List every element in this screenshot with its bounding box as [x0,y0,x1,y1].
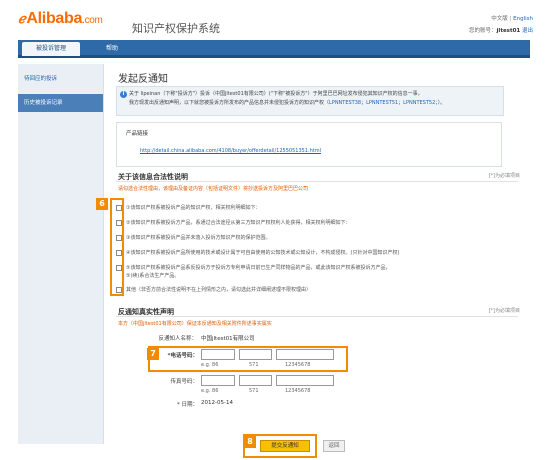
date-label: * 日期： [177,402,198,408]
legality-option-text-continued: ⑤(续)系合法生产产品。 [126,273,180,279]
fax-area-hint: 571 [249,388,259,394]
submit-counter-notice-button[interactable]: 提交反通知 [260,440,310,452]
tab-complaint-management[interactable]: 被投诉管理 [22,42,80,56]
account-prefix: 您的账号： [469,28,497,34]
back-button[interactable]: 返回 [323,440,345,452]
phone-number-input[interactable] [276,349,334,360]
callout-8-badge: 8 [244,436,256,448]
declaration-divider [116,316,518,317]
tab-help[interactable]: 帮助 [100,42,124,56]
phone-area-hint: 571 [249,362,259,368]
notice-line2-end: ）。 [437,99,446,106]
legality-red-note: 请勾选合法性理由，该理由及备证内容（包括证明文件）将抄送投诉方及阿里巴巴公司 [118,186,309,192]
notifier-name-label: 反通知人名称： [158,336,197,342]
main-content: 发起反通知 i 关于 lipeinan（下称"投诉方"）投诉（中国jltest0… [96,64,530,458]
system-title: 知识产权保护系统 [132,22,220,35]
fax-number-input[interactable] [276,375,334,386]
product-url-link[interactable]: http://detail.china.alibaba.com/4108/buy… [140,148,321,154]
language-switch: 中文版 | English [491,14,533,22]
product-link-label: 产品链接 [126,131,149,137]
legality-option-text: ④该知识产权系被投诉产品所使用的技术或设计属于可自由使用的公知技术或公知设计，不… [126,250,400,256]
logo-suffix: .com [82,15,103,26]
notice-line1: 关于 lipeinan（下称"投诉方"）投诉（中国jltest01有限公司）("… [129,91,423,97]
fax-country-hint: e.g. 86 [201,388,219,394]
notice-line2: 我方现发出反通知声明，以下就您被投诉方所发布的产品信息并未侵犯投诉方的知识产权（… [129,99,499,108]
phone-label: *电话号码： [167,353,198,359]
legality-option-text: ③该知识产权系被投诉产品并未落入投诉方知识产权的保护范围。 [126,235,271,241]
info-icon: i [120,91,127,98]
phone-area-code-input[interactable] [239,349,272,360]
fax-country-code-input[interactable] [201,375,235,386]
phone-country-code-input[interactable] [201,349,235,360]
alibaba-swoosh-icon: ℯ [18,11,26,26]
lang-separator: | [509,16,512,22]
legality-option-text: ②该知识产权系被投诉方产品，系通过合法途径从第三方知识产权权利人处获得，相关权利… [126,220,351,226]
page-title: 发起反通知 [118,74,168,85]
declaration-required-note: [*]为必填项目 [488,308,520,314]
legality-option-text: 其他（非否方前合法性说明不在上列情形之内，请勾选此并详细阐述理不限权理由） [126,287,312,293]
sidebar: 待回应的投诉 历史被投诉记录 [18,64,104,444]
sidebar-item-complaint-history[interactable]: 历史被投诉记录 [18,94,103,112]
date-value: 2012-05-14 [201,400,233,406]
callout-6-badge: 6 [96,198,108,210]
fax-label: 传真号码： [170,379,198,385]
lang-zh[interactable]: 中文版 [491,16,508,22]
account-info: 您的账号：jltest01 退出 [469,26,533,34]
notice-product-links[interactable]: LPNNTEST38；LPNNTEST51；LPNNTEST52； [329,100,438,106]
phone-country-hint: e.g. 86 [201,362,219,368]
callout-7-badge: 7 [147,348,159,360]
logo-text: Alibaba [26,10,83,27]
legality-divider [116,181,518,182]
legality-option-text: ⑤该知识产权系被投诉产品系反投诉方于投诉方专利申请日前已生产同样物品的产品，或此… [126,265,391,271]
product-link-box: 产品链接 http://detail.china.alibaba.com/410… [116,122,502,167]
fax-area-code-input[interactable] [239,375,272,386]
alibaba-logo[interactable]: ℯAlibaba.com [18,10,103,28]
legality-required-note: [*]为必填项目 [488,173,520,179]
account-name: jltest01 [496,28,521,34]
notifier-name-value: 中国jltest01有限公司 [201,336,255,342]
lang-en[interactable]: English [513,16,533,22]
notice-line2-text: 我方现发出反通知声明，以下就您被投诉方所发布的产品信息并未侵犯投诉方的知识产权（ [129,99,330,106]
legality-option-text: ①该知识产权系被投诉产品的知识产权，相关权利明细如下： [126,205,261,211]
fax-number-hint: 12345678 [285,388,311,394]
main-nav: 被投诉管理 帮助 [18,40,530,58]
phone-number-hint: 12345678 [285,362,311,368]
declaration-red-note: 本方（中国jltest01有限公司）保证本反通知及相关附件所述事实属实 [118,321,272,327]
logout-link[interactable]: 退出 [522,28,533,34]
callout-6-highlight [110,198,124,296]
notice-box: i 关于 lipeinan（下称"投诉方"）投诉（中国jltest01有限公司）… [116,86,504,116]
sidebar-item-pending-complaints[interactable]: 待回应的投诉 [18,70,103,88]
